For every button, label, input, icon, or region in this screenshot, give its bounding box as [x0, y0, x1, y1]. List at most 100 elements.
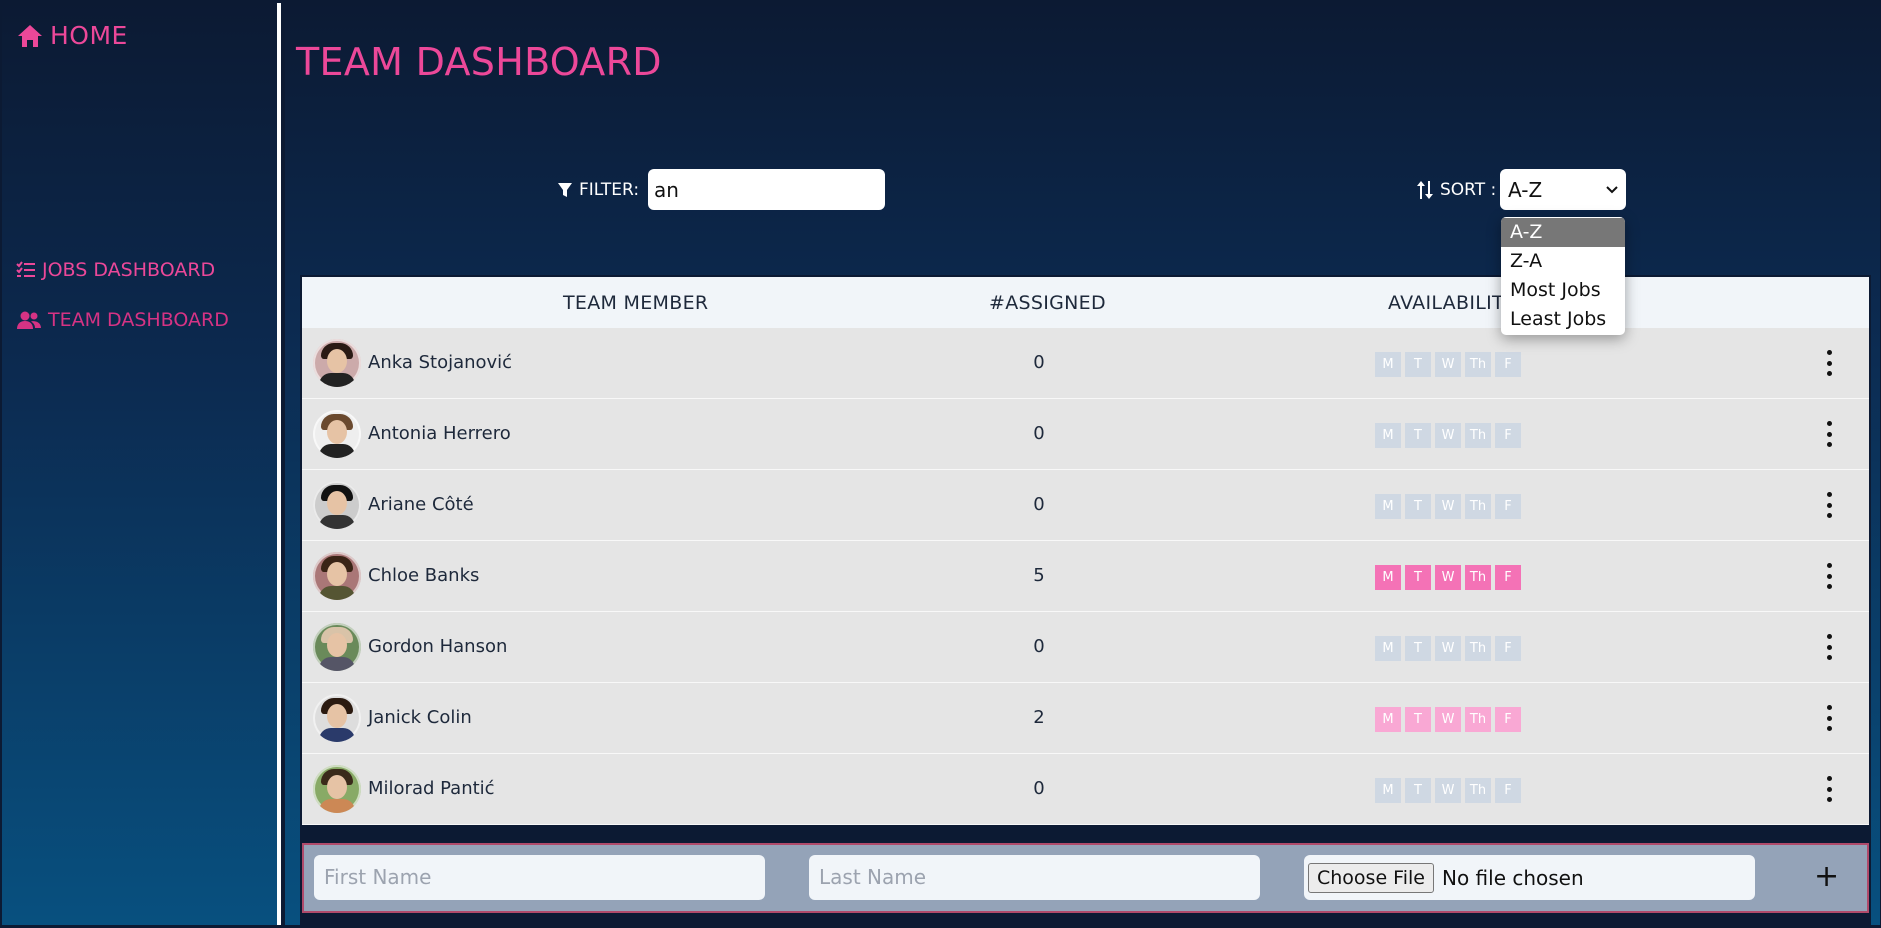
column-header-availability: AVAILABILITY [1388, 292, 1516, 314]
member-name: Janick Colin [368, 707, 472, 728]
availability-day[interactable]: M [1375, 494, 1401, 519]
table-row: Janick Colin 2 M T W Th F [302, 683, 1869, 754]
sort-arrows-icon [1417, 181, 1433, 199]
availability-day[interactable]: F [1495, 565, 1521, 590]
main-content: TEAM DASHBOARD FILTER: SORT : A-Z A-Z Z-… [285, 3, 1880, 925]
team-table: TEAM MEMBER #ASSIGNED AVAILABILITY Anka … [300, 275, 1871, 925]
availability-day[interactable]: T [1405, 423, 1431, 448]
choose-file-button[interactable]: Choose File [1308, 862, 1434, 893]
column-header-team-member: TEAM MEMBER [563, 292, 709, 314]
availability-day[interactable]: W [1435, 352, 1461, 377]
more-options-icon[interactable] [1825, 421, 1833, 447]
availability-day[interactable]: M [1375, 778, 1401, 803]
avatar [313, 481, 361, 529]
assigned-count: 0 [1033, 352, 1045, 373]
availability-day[interactable]: W [1435, 494, 1461, 519]
avatar [313, 339, 361, 387]
availability-day[interactable]: Th [1465, 352, 1491, 377]
file-status: No file chosen [1441, 865, 1584, 890]
sidebar-item-jobs-dashboard[interactable]: JOBS DASHBOARD [16, 259, 215, 281]
filter-input[interactable] [648, 169, 885, 210]
sort-option-a-z[interactable]: A-Z [1501, 218, 1625, 247]
table-row: Antonia Herrero 0 M T W Th F [302, 399, 1869, 470]
availability-day[interactable]: T [1405, 778, 1431, 803]
filter-label-text: FILTER: [579, 180, 640, 200]
availability-day[interactable]: M [1375, 707, 1401, 732]
availability-day[interactable]: Th [1465, 707, 1491, 732]
more-options-icon[interactable] [1825, 492, 1833, 518]
availability-days: M T W Th F [1375, 707, 1521, 732]
assigned-count: 0 [1033, 778, 1045, 799]
availability-day[interactable]: F [1495, 423, 1521, 448]
member-name: Chloe Banks [368, 565, 480, 586]
tasks-list-icon [16, 261, 35, 277]
availability-day[interactable]: W [1435, 707, 1461, 732]
column-header-assigned: #ASSIGNED [989, 292, 1106, 314]
filter-icon [558, 183, 572, 197]
availability-day[interactable]: Th [1465, 778, 1491, 803]
table-row: Gordon Hanson 0 M T W Th F [302, 612, 1869, 683]
users-icon [17, 311, 41, 329]
availability-day[interactable]: T [1405, 707, 1431, 732]
availability-day[interactable]: T [1405, 494, 1431, 519]
table-row: Anka Stojanović 0 M T W Th F [302, 328, 1869, 399]
availability-day[interactable]: F [1495, 778, 1521, 803]
table-row: Chloe Banks 5 M T W Th F [302, 541, 1869, 612]
sort-option-most-jobs[interactable]: Most Jobs [1501, 276, 1625, 305]
more-options-icon[interactable] [1825, 350, 1833, 376]
availability-day[interactable]: F [1495, 494, 1521, 519]
table-row: Ariane Côté 0 M T W Th F [302, 470, 1869, 541]
availability-day[interactable]: T [1405, 565, 1431, 590]
filter-label: FILTER: [557, 180, 639, 200]
sidebar-item-label: JOBS DASHBOARD [42, 259, 216, 281]
availability-day[interactable]: M [1375, 636, 1401, 661]
sort-select[interactable]: A-Z [1500, 169, 1626, 210]
sidebar-item-team-dashboard[interactable]: TEAM DASHBOARD [16, 309, 229, 331]
sort-label-text: SORT : [1440, 180, 1497, 200]
availability-day[interactable]: F [1495, 352, 1521, 377]
availability-day[interactable]: W [1435, 565, 1461, 590]
availability-day[interactable]: Th [1465, 494, 1491, 519]
assigned-count: 0 [1033, 423, 1045, 444]
add-member-button[interactable]: + [1814, 857, 1839, 897]
sidebar: HOME JOBS DASHBOARD TEAM DASHBOARD [2, 3, 281, 925]
more-options-icon[interactable] [1825, 705, 1833, 731]
member-name: Ariane Côté [368, 494, 474, 515]
availability-day[interactable]: Th [1465, 636, 1491, 661]
availability-day[interactable]: T [1405, 636, 1431, 661]
availability-day[interactable]: T [1405, 352, 1431, 377]
availability-days: M T W Th F [1375, 565, 1521, 590]
sort-option-z-a[interactable]: Z-A [1501, 247, 1625, 276]
availability-days: M T W Th F [1375, 423, 1521, 448]
chevron-down-icon [1606, 185, 1618, 193]
availability-day[interactable]: Th [1465, 423, 1491, 448]
sort-label: SORT : [1416, 180, 1496, 200]
home-label: HOME [50, 21, 128, 50]
availability-day[interactable]: M [1375, 352, 1401, 377]
availability-days: M T W Th F [1375, 494, 1521, 519]
avatar-file-input: Choose File No file chosen [1304, 855, 1755, 900]
sort-dropdown-menu: A-Z Z-A Most Jobs Least Jobs [1501, 217, 1625, 335]
sort-option-least-jobs[interactable]: Least Jobs [1501, 305, 1625, 334]
home-link[interactable]: HOME [16, 21, 128, 50]
availability-day[interactable]: M [1375, 565, 1401, 590]
sidebar-item-label: TEAM DASHBOARD [48, 309, 229, 331]
page-title: TEAM DASHBOARD [296, 40, 662, 84]
assigned-count: 0 [1033, 636, 1045, 657]
member-name: Gordon Hanson [368, 636, 508, 657]
table-row: Milorad Pantić 0 M T W Th F [302, 754, 1869, 825]
availability-day[interactable]: Th [1465, 565, 1491, 590]
availability-day[interactable]: F [1495, 707, 1521, 732]
availability-day[interactable]: M [1375, 423, 1401, 448]
availability-day[interactable]: W [1435, 778, 1461, 803]
more-options-icon[interactable] [1825, 563, 1833, 589]
availability-day[interactable]: W [1435, 636, 1461, 661]
member-name: Anka Stojanović [368, 352, 513, 373]
more-options-icon[interactable] [1825, 634, 1833, 660]
last-name-input[interactable]: Last Name [809, 855, 1260, 900]
availability-day[interactable]: F [1495, 636, 1521, 661]
availability-day[interactable]: W [1435, 423, 1461, 448]
more-options-icon[interactable] [1825, 776, 1833, 802]
assigned-count: 5 [1033, 565, 1045, 586]
first-name-input[interactable]: First Name [314, 855, 765, 900]
